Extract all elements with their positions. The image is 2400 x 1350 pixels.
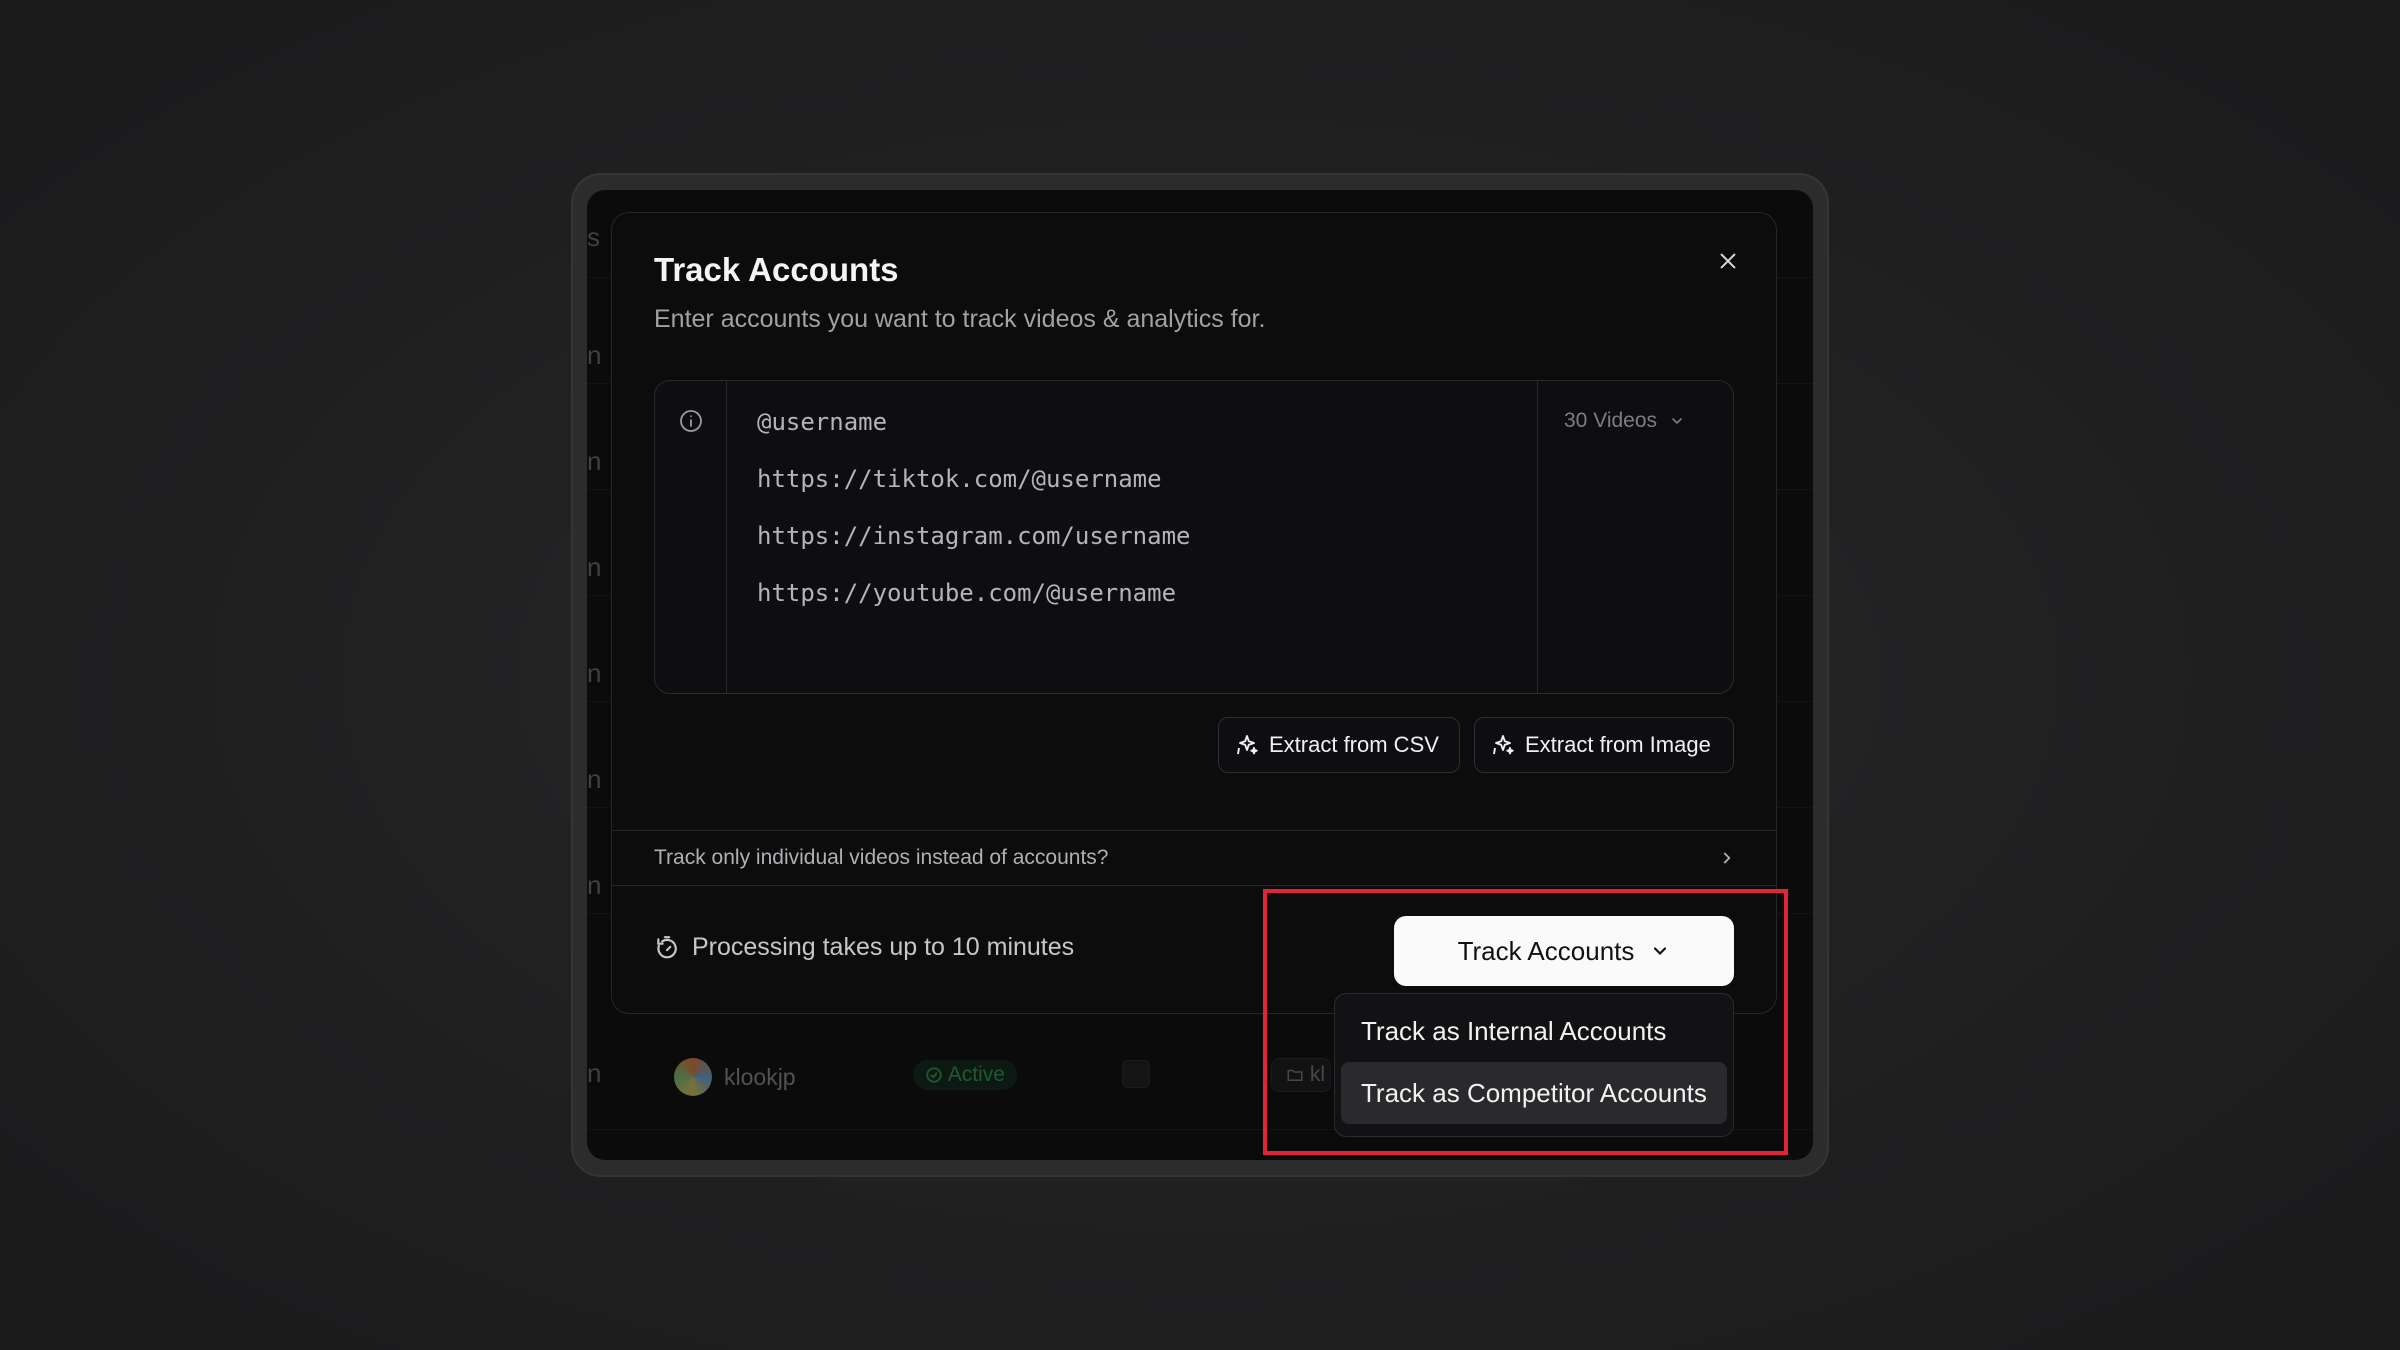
background-edge-text: n [587, 340, 602, 370]
timer-icon [657, 935, 677, 958]
extract-from-image-button[interactable]: Extract from Image [1474, 717, 1734, 773]
sparkle-icon [1493, 735, 1514, 755]
placeholder-line: https://youtube.com/@username [757, 579, 1177, 607]
folder-icon [1287, 1069, 1303, 1081]
sparkle-icon [1237, 735, 1258, 755]
track-accounts-label: Track Accounts [1457, 935, 1635, 966]
status-text: Active [947, 1063, 1005, 1086]
background-edge-text: n [587, 658, 602, 688]
extract-csv-label: Extract from CSV [1269, 732, 1439, 757]
background-edge-text: n [587, 446, 602, 476]
track-competitor-label: Track as Competitor Accounts [1361, 1077, 1707, 1108]
check-circle-icon [926, 1067, 942, 1083]
account-name: klookjp [724, 1064, 796, 1090]
background-edge-text: n [587, 1058, 602, 1088]
individual-videos-text: Track only individual videos instead of … [654, 846, 1109, 869]
background-edge-text: n [587, 870, 602, 900]
avatar [674, 1058, 712, 1096]
videos-column: 30 Videos [1537, 381, 1733, 693]
track-type-dropdown: Track as Internal Accounts Track as Comp… [1334, 993, 1734, 1137]
folder-chip[interactable]: kl [1271, 1058, 1331, 1092]
chevron-right-icon [1723, 852, 1731, 864]
info-icon[interactable] [679, 409, 703, 433]
status-badge: Active [913, 1060, 1017, 1090]
modal-subtitle: Enter accounts you want to track videos … [654, 305, 1266, 333]
processing-note: Processing takes up to 10 minutes [654, 933, 1074, 962]
extract-image-label: Extract from Image [1525, 732, 1711, 757]
videos-count-value: 30 Videos [1564, 409, 1658, 432]
placeholder-line: @username [757, 408, 888, 436]
modal-title: Track Accounts [654, 251, 899, 288]
divider [612, 885, 1776, 886]
chevron-down-icon [1672, 418, 1682, 425]
individual-videos-link[interactable]: Track only individual videos instead of … [612, 831, 1776, 887]
track-internal-option[interactable]: Track as Internal Accounts [1341, 1000, 1727, 1062]
track-accounts-button[interactable]: Track Accounts [1394, 916, 1734, 986]
extract-from-csv-button[interactable]: Extract from CSV [1218, 717, 1460, 773]
close-button[interactable] [1710, 243, 1746, 279]
placeholder-line: https://instagram.com/username [757, 522, 1191, 550]
background-edge-text: s [587, 222, 600, 252]
processing-text: Processing takes up to 10 minutes [692, 933, 1075, 961]
background-edge-text: n [587, 764, 602, 794]
videos-count-select[interactable]: 30 Videos [1564, 409, 1685, 433]
chevron-down-icon [1654, 947, 1667, 956]
textarea-placeholder: @username https://tiktok.com/@username h… [757, 405, 1190, 633]
row-checkbox[interactable] [1122, 1060, 1150, 1088]
info-column [655, 381, 727, 693]
folder-chip-text: kl [1309, 1063, 1326, 1086]
track-accounts-modal: Track Accounts Enter accounts you want t… [611, 212, 1777, 1014]
track-competitor-option[interactable]: Track as Competitor Accounts [1341, 1062, 1727, 1124]
placeholder-line: https://tiktok.com/@username [757, 465, 1162, 493]
close-icon [1720, 253, 1736, 269]
accounts-textarea[interactable]: @username https://tiktok.com/@username h… [654, 380, 1734, 694]
background-edge-text: n [587, 552, 602, 582]
track-internal-label: Track as Internal Accounts [1361, 1015, 1667, 1046]
